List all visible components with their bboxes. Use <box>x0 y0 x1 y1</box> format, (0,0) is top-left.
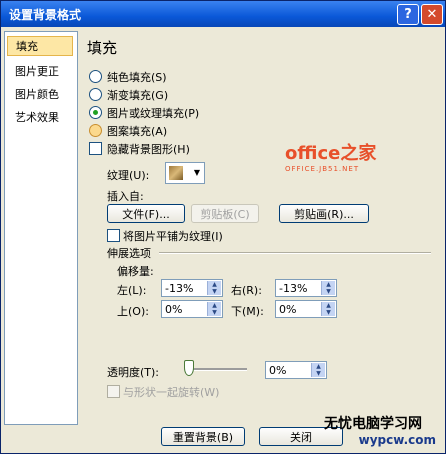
stretch-options-label: 伸展选项 <box>107 247 151 260</box>
spinner-arrows-icon[interactable]: ▲ ▼ <box>207 302 221 316</box>
spinner-arrows-icon[interactable]: ▲ ▼ <box>207 281 221 295</box>
top-offset-spinner[interactable]: 0% ▲ ▼ <box>161 300 223 318</box>
transparency-spinner[interactable]: 0% ▲ ▼ <box>265 361 327 379</box>
dialog-title: 设置背景格式 <box>9 8 82 22</box>
reset-background-button[interactable]: 重置背景(B) <box>161 427 245 446</box>
right-offset-value: -13% <box>279 282 308 295</box>
bottom-offset-label: 下(M): <box>231 305 264 318</box>
logo-sub-text: OFFICE.JB51.NET <box>285 165 360 173</box>
sidebar-item-picture-corrections[interactable]: 图片更正 <box>7 62 73 82</box>
watermark-main-text: 无忧电脑学习网 <box>324 416 422 432</box>
right-offset-spinner[interactable]: -13% ▲ ▼ <box>275 279 337 297</box>
transparency-slider-thumb[interactable] <box>184 360 194 376</box>
rotate-with-shape-checkbox[interactable] <box>107 385 120 398</box>
sidebar: 填充 图片更正 图片颜色 艺术效果 <box>4 31 78 425</box>
transparency-slider-track[interactable] <box>185 368 247 371</box>
spinner-arrows-icon[interactable]: ▲ ▼ <box>321 281 335 295</box>
offset-label: 偏移量: <box>117 265 154 278</box>
sidebar-item-fill[interactable]: 填充 <box>7 36 73 56</box>
left-offset-label: 左(L): <box>117 284 147 297</box>
bottom-offset-value: 0% <box>279 303 297 316</box>
solid-fill-radio[interactable] <box>89 70 102 83</box>
close-window-button[interactable]: ✕ <box>421 4 443 25</box>
chevron-down-icon: ▼ <box>193 168 200 177</box>
sidebar-item-artistic-effects[interactable]: 艺术效果 <box>7 108 73 128</box>
main-panel: 填充 纯色填充(S) 渐变填充(G) 图片或纹理填充(P) 图案填充(A) 隐藏… <box>79 31 441 423</box>
office-logo: office之家 OFFICE.JB51.NET <box>285 139 376 173</box>
texture-dropdown[interactable]: ▼ <box>165 162 205 184</box>
help-button[interactable]: ? <box>397 4 419 25</box>
sidebar-item-picture-color[interactable]: 图片颜色 <box>7 85 73 105</box>
hide-background-label: 隐藏背景图形(H) <box>107 143 190 156</box>
solid-fill-label: 纯色填充(S) <box>107 71 167 84</box>
file-button[interactable]: 文件(F)... <box>107 204 185 223</box>
hide-background-checkbox[interactable] <box>89 142 102 155</box>
clipboard-button[interactable]: 剪贴板(C) <box>191 204 259 223</box>
pattern-fill-label: 图案填充(A) <box>107 125 168 138</box>
tile-checkbox[interactable] <box>107 229 120 242</box>
stretch-separator <box>159 252 431 254</box>
gradient-fill-radio[interactable] <box>89 88 102 101</box>
rotate-with-shape-label: 与形状一起旋转(W) <box>123 386 220 399</box>
watermark-sub-text: wypcw.com <box>358 433 436 447</box>
spinner-arrows-icon[interactable]: ▲ ▼ <box>311 363 325 377</box>
picture-texture-fill-label: 图片或纹理填充(P) <box>107 107 200 120</box>
gradient-fill-label: 渐变填充(G) <box>107 89 169 102</box>
left-offset-value: -13% <box>165 282 194 295</box>
format-background-dialog: 设置背景格式 ? ✕ 填充 图片更正 图片颜色 艺术效果 填充 纯色填充(S) … <box>0 0 446 454</box>
clipart-button[interactable]: 剪贴画(R)... <box>279 204 369 223</box>
left-offset-spinner[interactable]: -13% ▲ ▼ <box>161 279 223 297</box>
tile-label: 将图片平铺为纹理(I) <box>123 230 223 243</box>
transparency-label: 透明度(T): <box>107 366 160 379</box>
texture-label: 纹理(U): <box>107 169 150 182</box>
right-offset-label: 右(R): <box>231 284 262 297</box>
picture-texture-fill-radio[interactable] <box>89 106 102 119</box>
logo-main-text: office之家 <box>285 143 377 164</box>
section-title: 填充 <box>87 39 118 57</box>
site-watermark: 无忧电脑学习网 wypcw.com <box>324 413 446 447</box>
transparency-value: 0% <box>269 364 287 377</box>
texture-swatch-icon <box>169 166 183 180</box>
spinner-arrows-icon[interactable]: ▲ ▼ <box>321 302 335 316</box>
top-offset-value: 0% <box>165 303 183 316</box>
top-offset-label: 上(O): <box>117 305 149 318</box>
bottom-offset-spinner[interactable]: 0% ▲ ▼ <box>275 300 337 318</box>
title-bar: 设置背景格式 ? ✕ <box>1 1 445 27</box>
pattern-fill-radio[interactable] <box>89 124 102 137</box>
insert-from-label: 插入自: <box>107 190 144 203</box>
